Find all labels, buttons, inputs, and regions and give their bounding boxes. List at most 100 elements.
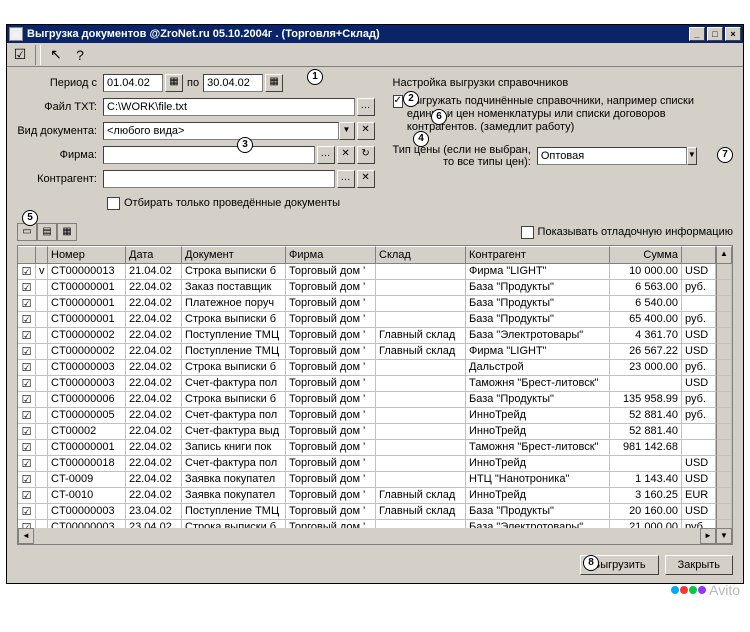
price-type-combo[interactable] xyxy=(537,147,687,165)
vscroll-track[interactable] xyxy=(716,456,732,472)
browse-file-button[interactable]: … xyxy=(357,98,375,116)
col-check[interactable] xyxy=(18,246,36,264)
vscroll-track[interactable] xyxy=(716,504,732,520)
vscroll-track[interactable] xyxy=(716,360,732,376)
table-row[interactable]: ☑CT0000000522.04.02Счет-фактура полТорго… xyxy=(18,408,732,424)
table-row[interactable]: ☑CT0000000322.04.02Строка выписки бТорго… xyxy=(18,360,732,376)
row-checkbox[interactable]: ☑ xyxy=(18,376,36,392)
kontr-browse-button[interactable]: … xyxy=(337,170,355,188)
table-row[interactable]: ☑CT0000222.04.02Счет-фактура выдТорговый… xyxy=(18,424,732,440)
hscrollbar[interactable]: ◄ ► ▼ xyxy=(18,528,732,544)
close-button[interactable]: Закрыть xyxy=(665,555,733,575)
col-date[interactable]: Дата xyxy=(126,246,182,264)
close-window-button[interactable]: × xyxy=(725,27,741,41)
col-document[interactable]: Документ xyxy=(182,246,286,264)
table-row[interactable]: ☑CT0000000323.04.02Поступление ТМЦТоргов… xyxy=(18,504,732,520)
table-row[interactable]: ☑CT0000000222.04.02Поступление ТМЦТоргов… xyxy=(18,328,732,344)
vscroll-track[interactable] xyxy=(716,328,732,344)
col-v[interactable] xyxy=(36,246,48,264)
row-document: Поступление ТМЦ xyxy=(182,328,286,344)
row-checkbox[interactable]: ☑ xyxy=(18,312,36,328)
firma-browse-button[interactable]: … xyxy=(317,146,335,164)
period-to-input[interactable] xyxy=(203,74,263,92)
col-kontragent[interactable]: Контрагент xyxy=(466,246,610,264)
row-checkbox[interactable]: ☑ xyxy=(18,360,36,376)
row-checkbox[interactable]: ☑ xyxy=(18,328,36,344)
period-from-input[interactable] xyxy=(103,74,163,92)
table-row[interactable]: ☑CT0000000122.04.02Платежное поручТоргов… xyxy=(18,296,732,312)
vscroll-track[interactable] xyxy=(716,424,732,440)
col-firma[interactable]: Фирма xyxy=(286,246,376,264)
export-sub-checkbox[interactable]: ✓ xyxy=(393,95,403,108)
table-row[interactable]: ☑CT0000000323.04.02Строка выписки бТорго… xyxy=(18,520,732,528)
table-row[interactable]: ☑CT0000000122.04.02Строка выписки бТорго… xyxy=(18,312,732,328)
titlebar[interactable]: ⌂ Выгрузка документов @ZroNet.ru 05.10.2… xyxy=(7,25,743,43)
maximize-button[interactable]: □ xyxy=(707,27,723,41)
table-row[interactable]: ☑CT-001022.04.02Заявка покупателТорговый… xyxy=(18,488,732,504)
row-checkbox[interactable]: ☑ xyxy=(18,344,36,360)
table-row[interactable]: ☑CT0000000122.04.02Запись книги покТорго… xyxy=(18,440,732,456)
view-mode-2[interactable]: ▤ xyxy=(37,223,57,241)
vscroll-track[interactable] xyxy=(716,520,732,528)
vscroll-up[interactable]: ▲ xyxy=(716,246,732,264)
vscroll-track[interactable] xyxy=(716,264,732,280)
vscroll-down[interactable]: ▼ xyxy=(716,528,732,544)
show-debug-checkbox[interactable] xyxy=(521,226,534,239)
row-checkbox[interactable]: ☑ xyxy=(18,488,36,504)
view-mode-3[interactable]: ▦ xyxy=(57,223,77,241)
clear-kontr-button[interactable]: ✕ xyxy=(357,170,375,188)
row-checkbox[interactable]: ☑ xyxy=(18,392,36,408)
row-checkbox[interactable]: ☑ xyxy=(18,456,36,472)
col-sum[interactable]: Сумма xyxy=(610,246,682,264)
calendar-to-icon[interactable]: ▦ xyxy=(265,74,283,92)
file-path-input[interactable] xyxy=(103,98,355,116)
calendar-from-icon[interactable]: ▦ xyxy=(165,74,183,92)
clear-firma-button[interactable]: ✕ xyxy=(337,146,355,164)
row-checkbox[interactable]: ☑ xyxy=(18,472,36,488)
row-checkbox[interactable]: ☑ xyxy=(18,520,36,528)
price-type-dropdown-icon[interactable]: ▼ xyxy=(687,147,697,165)
hscroll-left[interactable]: ◄ xyxy=(18,528,34,544)
minimize-button[interactable]: _ xyxy=(689,27,705,41)
vscroll-track[interactable] xyxy=(716,408,732,424)
firma-input[interactable] xyxy=(103,146,315,164)
hscroll-right[interactable]: ► xyxy=(700,528,716,544)
refresh-button[interactable]: ↻ xyxy=(357,146,375,164)
row-posted xyxy=(36,360,48,376)
table-row[interactable]: ☑CT-000922.04.02Заявка покупателТорговый… xyxy=(18,472,732,488)
vscroll-track[interactable] xyxy=(716,488,732,504)
table-row[interactable]: ☑CT0000001822.04.02Счет-фактура полТорго… xyxy=(18,456,732,472)
select-all-icon[interactable]: ☑ xyxy=(9,45,31,65)
table-row[interactable]: ☑CT0000000622.04.02Строка выписки бТорго… xyxy=(18,392,732,408)
col-sklad[interactable]: Склад xyxy=(376,246,466,264)
row-checkbox[interactable]: ☑ xyxy=(18,296,36,312)
row-checkbox[interactable]: ☑ xyxy=(18,280,36,296)
vscroll-track[interactable] xyxy=(716,312,732,328)
table-row[interactable]: ☑vCT0000001321.04.02Строка выписки бТорг… xyxy=(18,264,732,280)
clear-doc-type-button[interactable]: ✕ xyxy=(357,122,375,140)
row-checkbox[interactable]: ☑ xyxy=(18,504,36,520)
vscroll-track[interactable] xyxy=(716,440,732,456)
vscroll-track[interactable] xyxy=(716,280,732,296)
vscroll-track[interactable] xyxy=(716,296,732,312)
row-currency: USD xyxy=(682,472,716,488)
col-currency[interactable] xyxy=(682,246,716,264)
vscroll-track[interactable] xyxy=(716,344,732,360)
row-checkbox[interactable]: ☑ xyxy=(18,264,36,280)
vscroll-track[interactable] xyxy=(716,472,732,488)
row-checkbox[interactable]: ☑ xyxy=(18,424,36,440)
vscroll-track[interactable] xyxy=(716,392,732,408)
doc-type-dropdown-icon[interactable]: ▼ xyxy=(339,122,355,140)
row-checkbox[interactable]: ☑ xyxy=(18,408,36,424)
table-row[interactable]: ☑CT0000000322.04.02Счет-фактура полТорго… xyxy=(18,376,732,392)
row-checkbox[interactable]: ☑ xyxy=(18,440,36,456)
vscroll-track[interactable] xyxy=(716,376,732,392)
table-row[interactable]: ☑CT0000000222.04.02Поступление ТМЦТоргов… xyxy=(18,344,732,360)
doc-type-combo[interactable] xyxy=(103,122,339,140)
only-posted-checkbox[interactable] xyxy=(107,197,120,210)
cursor-icon[interactable]: ↖ xyxy=(45,45,67,65)
col-number[interactable]: Номер xyxy=(48,246,126,264)
kontr-input[interactable] xyxy=(103,170,335,188)
help-icon[interactable]: ? xyxy=(69,45,91,65)
table-row[interactable]: ☑CT0000000122.04.02Заказ поставщикТоргов… xyxy=(18,280,732,296)
